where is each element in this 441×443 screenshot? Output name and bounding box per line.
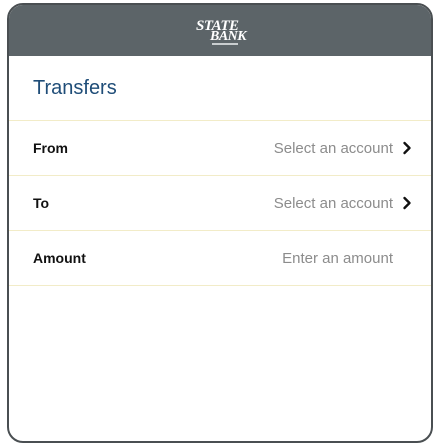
from-account-select[interactable]: Select an account (274, 140, 415, 157)
chevron-right-icon (403, 196, 411, 210)
from-account-row[interactable]: From Select an account (9, 120, 431, 176)
app-frame: STATE BANK Transfers From Select an acco… (7, 3, 433, 443)
amount-label: Amount (33, 250, 86, 266)
to-account-value: Select an account (273, 194, 393, 212)
logo-tagline (212, 42, 238, 45)
from-label: From (33, 140, 68, 156)
logo-line2: BANK (210, 28, 247, 44)
to-label: To (33, 195, 50, 211)
chevron-right-icon (403, 141, 411, 155)
to-account-row[interactable]: To Select an account (9, 176, 431, 231)
amount-input[interactable] (233, 249, 393, 267)
page-title: Transfers (33, 77, 117, 99)
app-header: STATE BANK (9, 5, 431, 56)
from-account-value: Select an account (273, 139, 393, 157)
amount-row: Amount (9, 231, 431, 286)
to-account-select[interactable]: Select an account (274, 195, 415, 212)
state-bank-logo: STATE BANK (190, 15, 250, 47)
